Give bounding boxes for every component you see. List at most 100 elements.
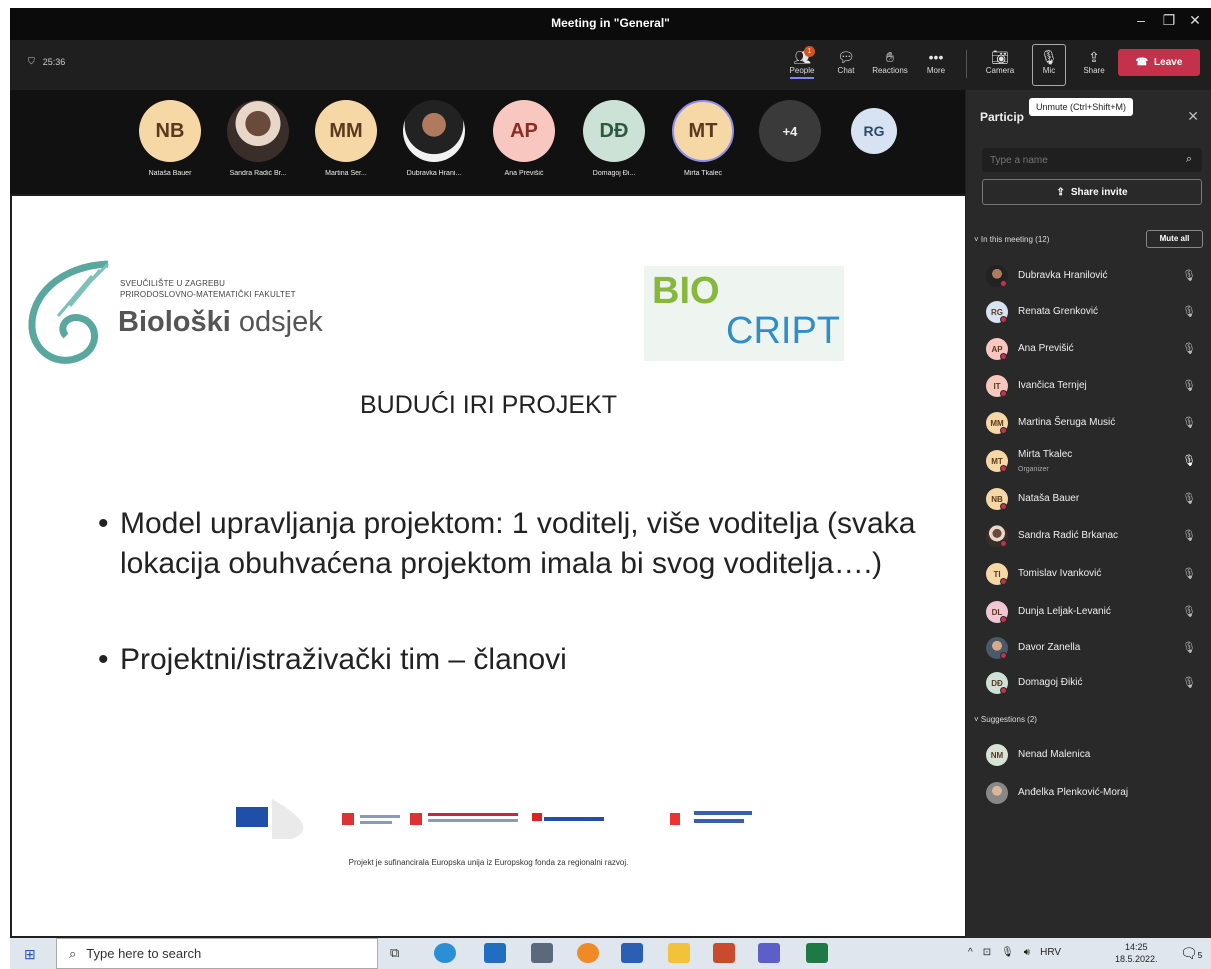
- close-panel-icon[interactable]: ✕: [1187, 108, 1199, 125]
- windows-start-icon[interactable]: ⊞: [24, 946, 36, 963]
- people-button[interactable]: 👥︎ 1 People: [782, 46, 822, 79]
- meeting-timer: ⛉ 25:36: [28, 56, 65, 67]
- video-tile[interactable]: NB Nataša Bauer: [126, 92, 214, 190]
- video-tile[interactable]: MT Mirta Tkalec: [659, 92, 747, 190]
- search-icon: ⌕: [1186, 153, 1193, 165]
- video-tile[interactable]: MM Martina Šer...: [302, 92, 390, 190]
- teams-icon[interactable]: [758, 943, 780, 963]
- overflow-count: +4: [759, 100, 821, 162]
- reactions-button[interactable]: ✋︎ Reactions: [870, 48, 910, 75]
- biocript-logo-bottom: CRIPT: [726, 310, 840, 352]
- status-dot: [1000, 427, 1007, 434]
- participant-row[interactable]: TI Tomislav Ivanković 🎙︎: [986, 559, 1206, 589]
- camera-button[interactable]: 📷︎ Camera: [980, 48, 1020, 75]
- microphone-icon[interactable]: 🎙︎: [1001, 947, 1014, 958]
- participant-row[interactable]: RG Renata Grenković 🎙︎: [986, 297, 1206, 327]
- participant-row[interactable]: Dubravka Hranilović 🎙︎: [986, 261, 1206, 291]
- video-tile[interactable]: Dubravka Hrani...: [390, 92, 478, 190]
- participant-row[interactable]: DL Dunja Leljak-Levanić 🎙︎: [986, 597, 1206, 627]
- calculator-icon[interactable]: [531, 943, 553, 963]
- participant-row[interactable]: DĐ Domagoj Đikić 🎙︎: [986, 668, 1206, 698]
- mic-muted-icon: 🎙︎: [1182, 568, 1196, 580]
- mic-muted-icon: 🎙︎: [1182, 270, 1196, 282]
- excel-icon[interactable]: [806, 943, 828, 963]
- notification-icon[interactable]: 🗨︎5: [1180, 945, 1202, 962]
- avatar-photo: [986, 637, 1008, 659]
- participant-row[interactable]: MT Mirta Tkalec Organizer 🎙︎: [986, 446, 1206, 476]
- mic-off-icon: 🎙︎: [1040, 49, 1058, 65]
- minimize-button[interactable]: –: [1128, 12, 1154, 28]
- eu-funding-logos: [232, 799, 754, 839]
- video-tile[interactable]: Sandra Radić Br...: [214, 92, 302, 190]
- university-name: SVEUČILIŠTE U ZAGREBU PRIRODOSLOVNO-MATE…: [120, 279, 296, 299]
- avatar: NM: [986, 744, 1008, 766]
- taskbar-clock[interactable]: 14:25 18.5.2022.: [1115, 941, 1158, 965]
- more-participants-tile[interactable]: +4: [746, 92, 834, 190]
- mute-all-button[interactable]: Mute all: [1146, 230, 1203, 248]
- share-invite-button[interactable]: ⇪ Share invite: [982, 179, 1202, 205]
- reactions-label: Reactions: [872, 66, 908, 75]
- funding-footer: Projekt je sufinancirala Europska unija …: [348, 858, 629, 867]
- timer-text: 25:36: [42, 56, 66, 67]
- file-explorer-icon[interactable]: [668, 943, 690, 963]
- leave-label: Leave: [1154, 57, 1183, 68]
- suggestions-section[interactable]: ˅ Suggestions (2): [974, 715, 1037, 724]
- chat-button[interactable]: 💬︎ Chat: [826, 48, 866, 75]
- video-tile[interactable]: RG: [830, 92, 918, 190]
- more-button[interactable]: ••• More: [916, 48, 956, 75]
- word-icon[interactable]: [621, 943, 643, 963]
- leave-button[interactable]: ☎ Leave: [1118, 49, 1200, 76]
- tile-name: Nataša Bauer: [148, 170, 192, 177]
- restore-button[interactable]: ❐: [1156, 12, 1182, 29]
- avatar: DĐ: [986, 672, 1008, 694]
- share-button[interactable]: ⇪ Share: [1074, 48, 1114, 75]
- suggested-participant-row[interactable]: Anđelka Plenković-Moraj: [986, 778, 1206, 808]
- mic-muted-icon: 🎙︎: [1182, 343, 1196, 355]
- language-indicator[interactable]: HRV: [1040, 947, 1061, 958]
- edge-icon[interactable]: [434, 943, 456, 963]
- tile-name: Sandra Radić Br...: [229, 170, 287, 177]
- status-dot: [1000, 578, 1007, 585]
- video-tile[interactable]: DĐ Domagoj Đi...: [570, 92, 658, 190]
- avatar: MM: [986, 412, 1008, 434]
- speaker-icon[interactable]: 🔊︎: [1024, 947, 1030, 958]
- participant-row[interactable]: IT Ivančica Ternjej 🎙︎: [986, 371, 1206, 401]
- video-tile[interactable]: AP Ana Previšić: [480, 92, 568, 190]
- taskbar-search[interactable]: ⌕ Type here to search: [56, 938, 378, 969]
- close-window-button[interactable]: ✕: [1182, 12, 1208, 29]
- participant-role: Organizer: [1018, 466, 1049, 473]
- in-meeting-section[interactable]: ˅ In this meeting (12): [974, 235, 1049, 244]
- mic-muted-icon: 🎙︎: [1182, 417, 1196, 429]
- taskbar-search-placeholder: Type here to search: [86, 946, 202, 961]
- avatar: NB: [139, 100, 201, 162]
- task-view-icon[interactable]: ⧉: [390, 945, 399, 961]
- participant-name: Ivančica Ternjej: [1018, 380, 1087, 391]
- search-icon: ⌕: [69, 945, 77, 961]
- participant-row[interactable]: AP Ana Previšić 🎙︎: [986, 334, 1206, 364]
- participants-panel: Particip Unmute (Ctrl+Shift+M) ✕ ⌕ ⇪ Sha…: [966, 90, 1211, 938]
- avatar-photo: [227, 100, 289, 162]
- chevron-up-icon[interactable]: ^: [968, 947, 973, 958]
- participant-row[interactable]: NB Nataša Bauer 🎙︎: [986, 484, 1206, 514]
- more-label: More: [926, 66, 946, 75]
- window-title: Meeting in "General": [551, 16, 670, 30]
- bullet-dot: •: [98, 507, 109, 540]
- firefox-icon[interactable]: [577, 943, 599, 963]
- chevron-down-icon: ˅: [974, 715, 979, 724]
- status-dot: [1000, 390, 1007, 397]
- suggested-participant-row[interactable]: NM Nenad Malenica: [986, 740, 1206, 770]
- powerpoint-icon[interactable]: [713, 943, 735, 963]
- outlook-icon[interactable]: [484, 943, 506, 963]
- participant-row[interactable]: Sandra Radić Brkanac 🎙︎: [986, 521, 1206, 551]
- participant-row[interactable]: MM Martina Šeruga Musić 🎙︎: [986, 408, 1206, 438]
- participant-row[interactable]: Davor Zanella 🎙︎: [986, 633, 1206, 663]
- participant-search-input[interactable]: [982, 148, 1202, 172]
- network-icon[interactable]: ⊡: [983, 947, 991, 958]
- unmute-tooltip: Unmute (Ctrl+Shift+M): [1029, 98, 1134, 116]
- phone-hangup-icon: ☎: [1135, 57, 1149, 68]
- mic-on-icon: 🎙︎: [1182, 455, 1196, 467]
- share-label: Share: [1083, 66, 1105, 75]
- mic-button[interactable]: 🎙︎ Mic: [1029, 48, 1069, 75]
- mic-muted-icon: 🎙︎: [1182, 530, 1196, 542]
- avatar: TI: [986, 563, 1008, 585]
